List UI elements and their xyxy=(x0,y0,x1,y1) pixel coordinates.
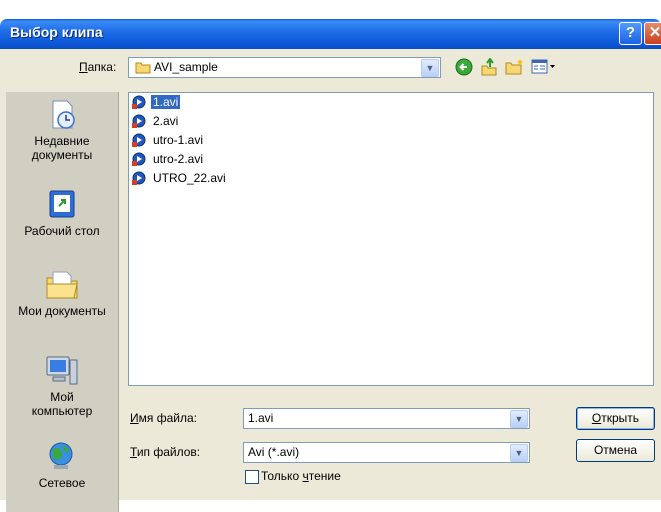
open-button[interactable]: Открыть xyxy=(576,407,655,430)
filename-label: Имя файла: xyxy=(130,411,197,425)
file-name: utro-1.avi xyxy=(153,133,204,147)
back-icon[interactable] xyxy=(455,58,473,76)
file-name: utro-2.avi xyxy=(153,152,204,166)
folder-label: Папка: xyxy=(79,60,117,74)
filetype-label: Тип файлов: xyxy=(130,445,201,459)
close-button[interactable]: ✕ xyxy=(644,22,661,45)
help-button[interactable]: ? xyxy=(619,22,642,45)
up-folder-icon[interactable] xyxy=(480,58,498,76)
filetype-value: Avi (*.avi) xyxy=(248,445,300,459)
chevron-down-icon[interactable]: ▼ xyxy=(510,410,528,428)
cancel-button[interactable]: Отмена xyxy=(576,439,655,462)
title-bar[interactable]: Выбор клипа ? ✕ xyxy=(0,19,661,49)
chevron-down-icon[interactable]: ▼ xyxy=(510,444,528,462)
file-name: 2.avi xyxy=(153,114,179,128)
filetype-select[interactable]: Avi (*.avi) ▼ xyxy=(243,442,530,463)
place-recent-documents[interactable]: Недавние документы xyxy=(6,98,118,162)
network-places-icon xyxy=(49,442,73,469)
window-title: Выбор клипа xyxy=(10,24,103,40)
places-bar: Недавние документы Рабочий стол Мои доку… xyxy=(6,92,119,512)
new-folder-icon[interactable] xyxy=(505,58,525,76)
folder-value: AVI_sample xyxy=(154,60,218,74)
avi-file-icon xyxy=(132,133,146,147)
file-name: UTRO_22.avi xyxy=(153,171,226,185)
dialog-body: Папка: AVI_sample ▼ Недавние документы Р… xyxy=(0,49,661,512)
place-my-computer[interactable]: Мой компьютер xyxy=(6,354,118,418)
views-menu-icon[interactable] xyxy=(531,58,557,76)
filename-input[interactable]: 1.avi ▼ xyxy=(243,408,530,429)
file-name: 1.avi xyxy=(151,95,181,109)
file-list[interactable]: 1.avi 2.avi utro-1.avi utro-2.avi UTRO_2… xyxy=(128,92,654,386)
chevron-down-icon[interactable]: ▼ xyxy=(421,59,439,77)
my-documents-icon xyxy=(46,271,78,299)
avi-file-icon xyxy=(132,95,146,109)
folder-select[interactable]: AVI_sample ▼ xyxy=(128,57,441,78)
close-icon: ✕ xyxy=(648,24,661,41)
place-network[interactable]: Сетевое xyxy=(6,440,118,490)
my-computer-icon xyxy=(46,356,78,385)
readonly-label[interactable]: Только чтение xyxy=(261,469,341,483)
avi-file-icon xyxy=(132,171,146,185)
help-icon: ? xyxy=(625,24,636,41)
readonly-checkbox[interactable] xyxy=(245,470,259,484)
desktop-icon xyxy=(49,190,75,218)
place-my-documents[interactable]: Мои документы xyxy=(6,268,118,318)
recent-documents-icon xyxy=(52,100,75,129)
folder-icon xyxy=(135,62,151,74)
avi-file-icon xyxy=(132,152,146,166)
place-desktop[interactable]: Рабочий стол xyxy=(6,188,118,238)
avi-file-icon xyxy=(132,114,146,128)
filename-value: 1.avi xyxy=(248,411,274,425)
